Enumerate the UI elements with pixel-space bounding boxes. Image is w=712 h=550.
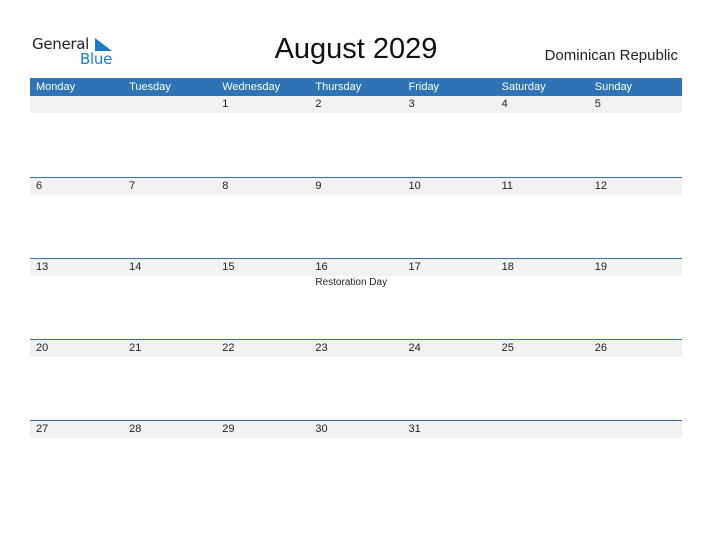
day-number: 18 — [501, 261, 514, 273]
day-number: 5 — [594, 98, 601, 110]
day-number: 16 — [315, 261, 328, 273]
day-number: 30 — [315, 423, 328, 435]
date-strip: 6 7 8 9 10 11 12 — [30, 178, 682, 195]
day-number: 9 — [315, 180, 322, 192]
calendar-grid: Monday Tuesday Wednesday Thursday Friday… — [30, 78, 682, 501]
weekday-thursday: Thursday — [315, 81, 362, 93]
day-number: 1 — [222, 98, 229, 110]
weekday-wednesday: Wednesday — [222, 81, 281, 93]
day-number: 13 — [36, 261, 49, 273]
week-row: 27 28 29 30 31 — [30, 420, 682, 501]
weeks-container: 1 2 3 4 5 6 7 8 9 10 11 12 13 14 15 16 17 18 19 Restoration… — [30, 96, 682, 501]
day-number: 19 — [594, 261, 607, 273]
day-number: 27 — [36, 423, 49, 435]
day-number — [496, 421, 589, 438]
day-number: 10 — [408, 180, 421, 192]
day-number: 11 — [501, 180, 514, 192]
event-cell — [589, 276, 682, 290]
day-number: 23 — [315, 342, 328, 354]
week-row: 6 7 8 9 10 11 12 — [30, 177, 682, 258]
holiday-label: Restoration Day — [315, 277, 388, 288]
day-number: 26 — [594, 342, 607, 354]
day-number: 3 — [408, 98, 415, 110]
day-number: 8 — [222, 180, 229, 192]
day-number — [123, 96, 216, 113]
event-cell — [216, 276, 309, 290]
day-number — [589, 421, 682, 438]
day-number: 24 — [408, 342, 421, 354]
day-number: 28 — [129, 423, 142, 435]
event-cell — [123, 276, 216, 290]
date-strip: 13 14 15 16 17 18 19 — [30, 259, 682, 276]
event-cell — [496, 276, 589, 290]
day-number: 22 — [222, 342, 235, 354]
date-strip: 20 21 22 23 24 25 26 — [30, 340, 682, 357]
weekday-monday: Monday — [36, 81, 76, 93]
weekday-tuesday: Tuesday — [129, 81, 171, 93]
date-strip: 27 28 29 30 31 — [30, 421, 682, 438]
day-number: 21 — [129, 342, 142, 354]
weekday-sunday: Sunday — [594, 81, 633, 93]
country-label: Dominican Republic — [544, 47, 678, 64]
day-number: 20 — [36, 342, 49, 354]
event-cell — [403, 276, 496, 290]
day-number: 31 — [408, 423, 421, 435]
date-strip: 1 2 3 4 5 — [30, 96, 682, 113]
day-number — [30, 96, 123, 113]
weekday-friday: Friday — [408, 81, 440, 93]
day-number: 12 — [594, 180, 607, 192]
week-row: 13 14 15 16 17 18 19 Restoration Day — [30, 258, 682, 339]
weekday-saturday: Saturday — [501, 81, 546, 93]
day-number: 2 — [315, 98, 322, 110]
day-number: 14 — [129, 261, 142, 273]
day-number: 7 — [129, 180, 136, 192]
day-number: 4 — [501, 98, 508, 110]
day-number: 15 — [222, 261, 235, 273]
day-number: 25 — [501, 342, 514, 354]
day-number: 29 — [222, 423, 235, 435]
day-number: 6 — [36, 180, 43, 192]
event-cell — [30, 276, 123, 290]
events-row: Restoration Day — [30, 276, 682, 290]
week-row: 20 21 22 23 24 25 26 — [30, 339, 682, 420]
day-number: 17 — [408, 261, 421, 273]
weekday-header: Monday Tuesday Wednesday Thursday Friday… — [30, 78, 682, 96]
week-row: 1 2 3 4 5 — [30, 96, 682, 177]
